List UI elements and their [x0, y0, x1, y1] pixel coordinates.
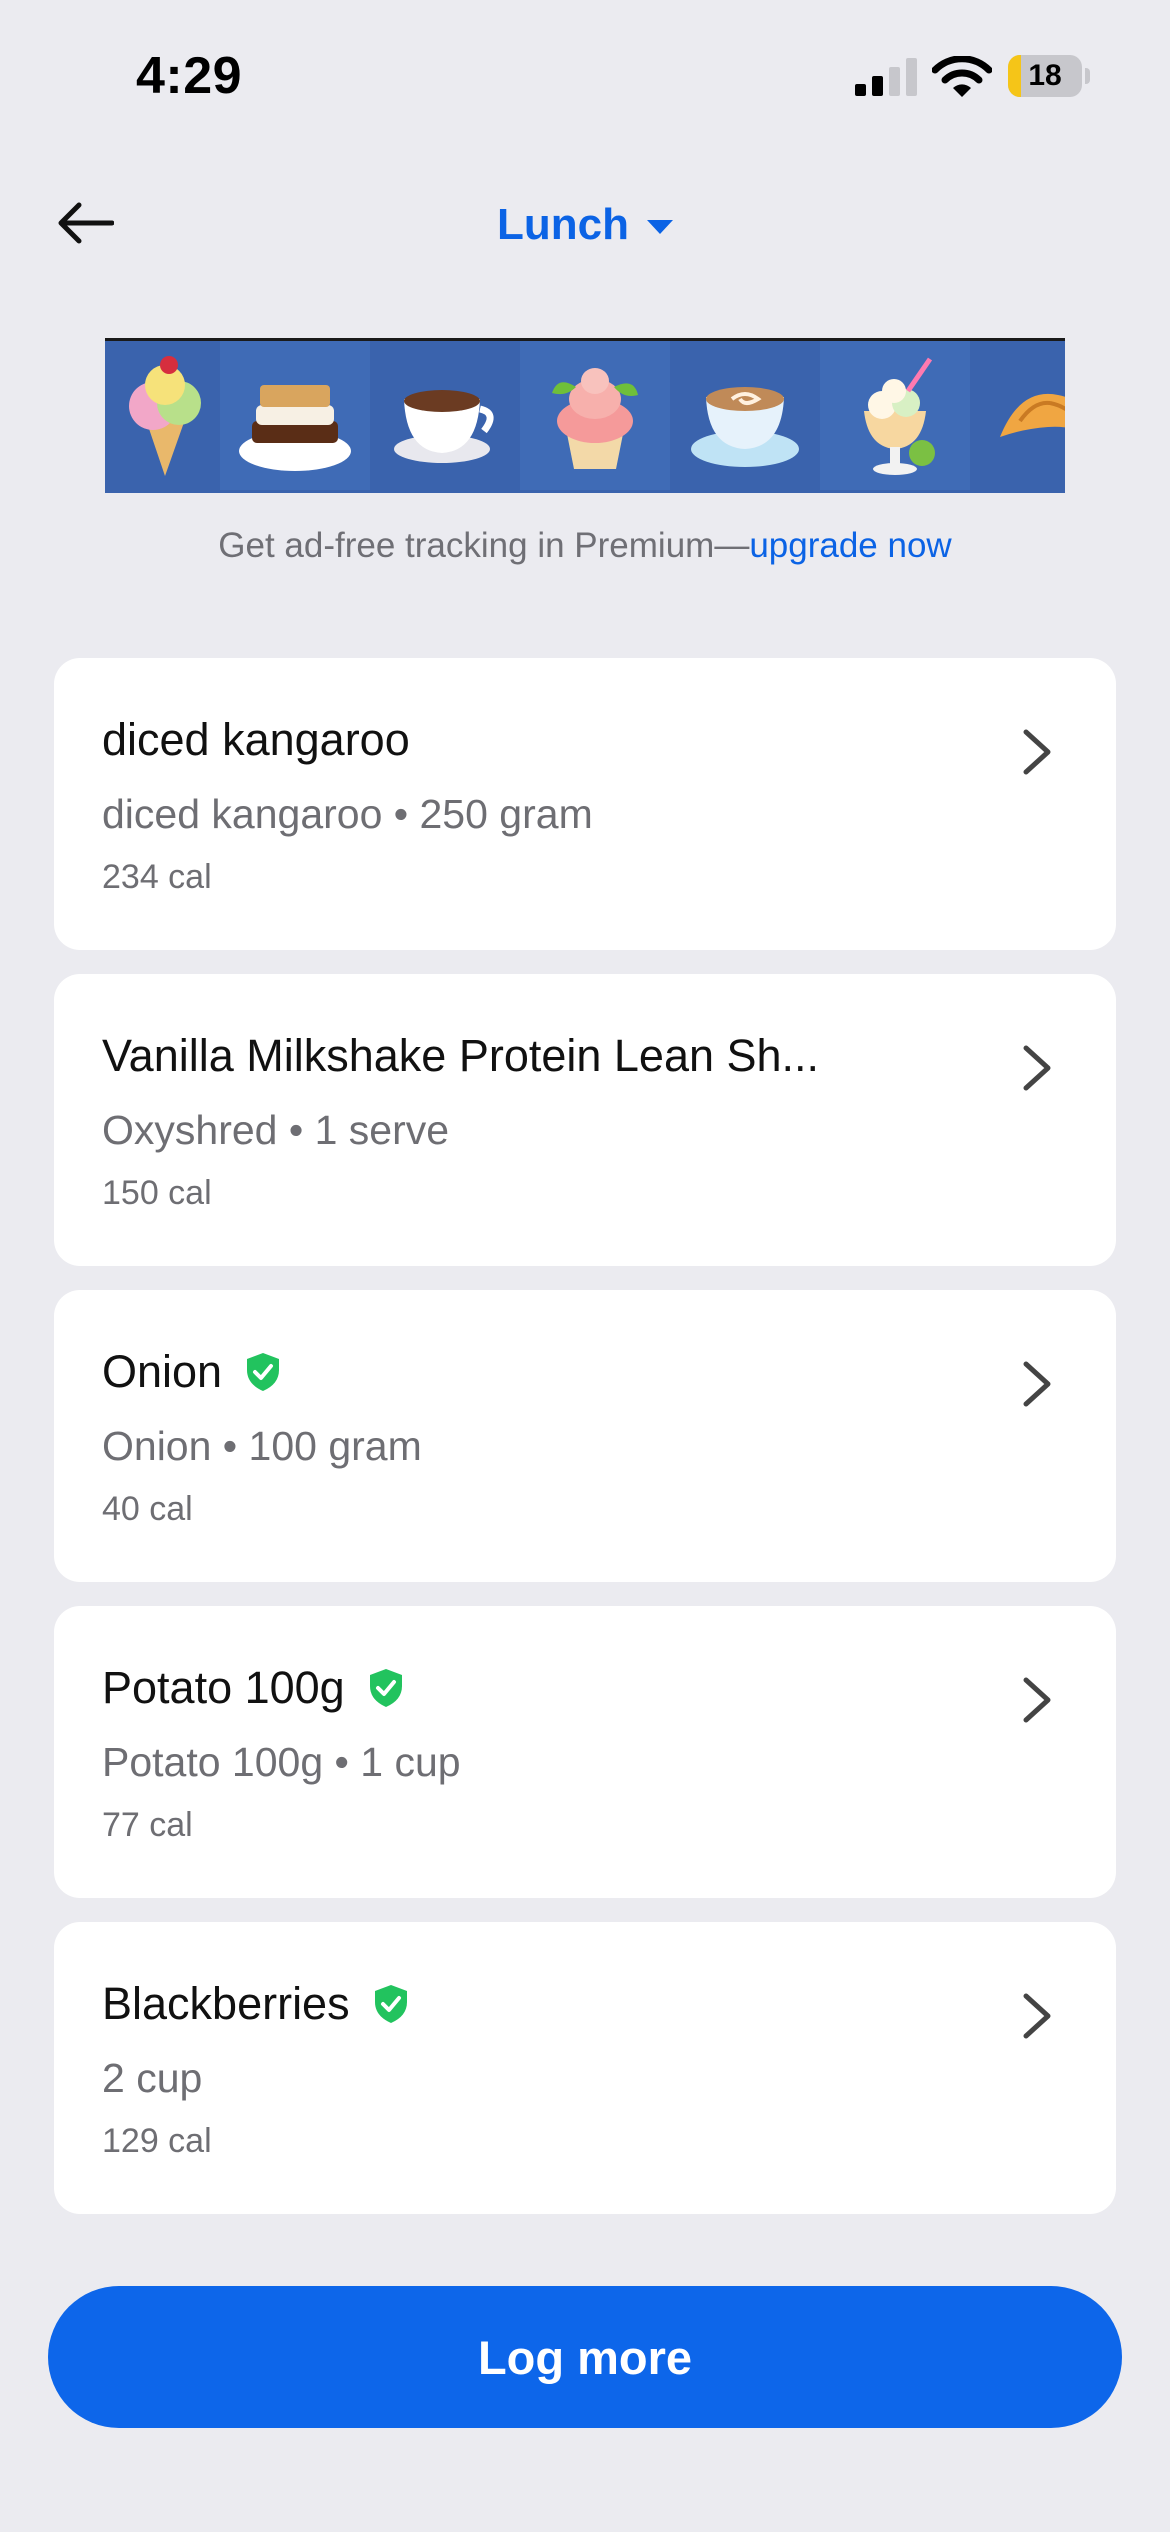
battery-icon: 18	[1008, 55, 1090, 97]
food-detail: Oxyshred • 1 serve	[102, 1107, 450, 1153]
food-calories: 150 cal	[102, 1174, 212, 1212]
sundae-icon	[820, 341, 970, 490]
cellular-signal-icon	[855, 58, 917, 96]
food-name-text: Vanilla Milkshake Protein Lean Sh...	[102, 1030, 820, 1081]
premium-upsell: Get ad-free tracking in Premium—upgrade …	[0, 526, 1170, 566]
food-name-text: Potato 100g	[102, 1662, 345, 1713]
caret-down-icon	[646, 220, 673, 234]
food-name: Potato 100g	[102, 1662, 405, 1714]
food-card-diced-kangaroo[interactable]: diced kangaroo diced kangaroo • 250 gram…	[54, 658, 1116, 950]
battery-level: 18	[1028, 59, 1062, 92]
food-card-onion[interactable]: Onion Onion • 100 gram 40 cal	[54, 1290, 1116, 1582]
food-name: Onion	[102, 1346, 282, 1398]
chevron-right-icon	[1023, 1993, 1051, 2039]
food-name-text: diced kangaroo	[102, 714, 410, 765]
coffee-cup-icon	[370, 341, 520, 490]
food-detail: diced kangaroo • 250 gram	[102, 791, 593, 837]
food-calories: 40 cal	[102, 1490, 193, 1528]
verified-shield-icon	[374, 1985, 407, 2023]
status-bar: 4:29 18	[0, 0, 1170, 150]
smores-icon	[220, 341, 370, 490]
log-more-button[interactable]: Log more	[48, 2286, 1122, 2428]
food-name: Blackberries	[102, 1978, 410, 2030]
verified-shield-icon	[369, 1669, 402, 1707]
food-name-text: Onion	[102, 1346, 223, 1397]
food-detail: Potato 100g • 1 cup	[102, 1739, 461, 1785]
latte-icon	[670, 341, 820, 490]
croissant-icon	[970, 341, 1065, 490]
meal-title: Lunch	[497, 200, 629, 249]
meal-dropdown[interactable]: Lunch	[497, 200, 673, 250]
cupcake-icon	[520, 341, 670, 490]
ad-banner[interactable]	[105, 338, 1065, 493]
chevron-right-icon	[1023, 1677, 1051, 1723]
food-calories: 129 cal	[102, 2122, 212, 2160]
upgrade-now-link[interactable]: upgrade now	[749, 526, 951, 565]
food-detail: 2 cup	[102, 2055, 203, 2101]
food-name: Vanilla Milkshake Protein Lean Sh...	[102, 1030, 819, 1082]
verified-shield-icon	[247, 1353, 280, 1391]
ice-cream-icon	[105, 341, 220, 490]
chevron-right-icon	[1023, 1045, 1051, 1091]
food-detail: Onion • 100 gram	[102, 1423, 422, 1469]
food-card-vanilla-milkshake[interactable]: Vanilla Milkshake Protein Lean Sh... Oxy…	[54, 974, 1116, 1266]
food-calories: 77 cal	[102, 1806, 193, 1844]
chevron-right-icon	[1023, 729, 1051, 775]
status-time: 4:29	[136, 47, 243, 105]
premium-upsell-text: Get ad-free tracking in Premium—	[218, 526, 750, 565]
back-button[interactable]	[50, 188, 120, 258]
food-card-blackberries[interactable]: Blackberries 2 cup 129 cal	[54, 1922, 1116, 2214]
food-name: diced kangaroo	[102, 714, 410, 766]
food-name-text: Blackberries	[102, 1978, 350, 2029]
meal-selector: Lunch	[0, 190, 1170, 260]
food-calories: 234 cal	[102, 858, 212, 896]
food-card-potato[interactable]: Potato 100g Potato 100g • 1 cup 77 cal	[54, 1606, 1116, 1898]
chevron-right-icon	[1023, 1361, 1051, 1407]
wifi-icon	[932, 56, 992, 97]
arrow-left-icon	[58, 202, 114, 244]
